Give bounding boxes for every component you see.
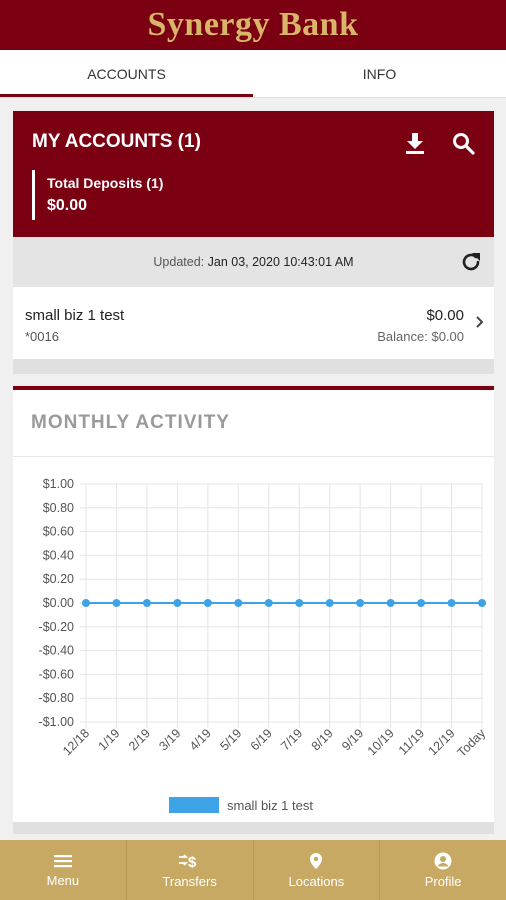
updated-timestamp: Jan 03, 2020 10:43:01 AM <box>207 255 354 269</box>
y-tick-label: $0.60 <box>43 525 74 539</box>
x-tick-label: 9/19 <box>339 726 366 753</box>
data-point <box>447 599 456 607</box>
legend-label: small biz 1 test <box>227 798 313 813</box>
y-tick-label: $0.00 <box>43 596 74 610</box>
profile-icon <box>434 852 452 869</box>
data-point <box>325 599 334 607</box>
account-balance: Balance: $0.00 <box>377 329 464 344</box>
y-tick-label: $0.20 <box>43 572 74 586</box>
my-accounts-card: MY ACCOUNTS (1) Total Deposits (1) $0.00 <box>13 111 494 237</box>
x-tick-label: 8/19 <box>309 726 336 753</box>
x-tick-label: 10/19 <box>365 726 397 758</box>
data-point <box>417 599 426 607</box>
tab-accounts[interactable]: ACCOUNTS <box>0 50 253 97</box>
x-tick-label: 6/19 <box>248 726 275 753</box>
total-deposits[interactable]: Total Deposits (1) $0.00 <box>32 170 163 220</box>
data-point <box>203 599 212 607</box>
nav-transfers-label: Transfers <box>162 873 217 889</box>
x-tick-label: 2/19 <box>126 726 153 753</box>
data-point <box>142 599 151 607</box>
account-name: small biz 1 test <box>25 307 125 324</box>
y-tick-label: $0.80 <box>43 501 74 515</box>
account-amount: $0.00 <box>426 307 464 324</box>
transfers-icon: $ <box>178 854 197 870</box>
download-icon[interactable] <box>401 129 429 157</box>
data-point <box>173 599 182 607</box>
data-point <box>356 599 365 607</box>
y-tick-label: -$0.20 <box>39 620 74 634</box>
data-point <box>82 599 90 607</box>
y-tick-label: -$1.00 <box>39 715 74 729</box>
app-header: Synergy Bank <box>0 0 506 50</box>
nav-locations-label: Locations <box>288 873 345 889</box>
my-accounts-title: MY ACCOUNTS (1) <box>32 131 201 152</box>
data-point <box>386 599 395 607</box>
search-icon[interactable] <box>449 129 477 157</box>
monthly-activity-chart: $1.00 $0.80 $0.60 $0.40 $0.20 $0.00 -$0.20 -$0.… <box>39 477 489 813</box>
nav-transfers[interactable]: $ Transfers <box>127 840 254 900</box>
account-row[interactable]: small biz 1 test *0016 $0.00 Balance: $0… <box>13 287 494 359</box>
monthly-activity-card: MONTHLY ACTIVITY $1.00 $0.80 $0.60 $0.40 $0.… <box>13 386 494 822</box>
y-tick-label: -$0.60 <box>39 667 74 681</box>
nav-locations[interactable]: Locations <box>254 840 381 900</box>
x-tick-label: 12/19 <box>426 726 458 758</box>
x-tick-label: 12/18 <box>60 726 92 758</box>
total-deposits-label: Total Deposits (1) <box>47 175 164 191</box>
location-icon <box>310 852 323 869</box>
x-tick-label: 7/19 <box>278 726 305 753</box>
x-tick-label: 1/19 <box>95 726 122 753</box>
bottom-nav: Menu $ Transfers Locations Profile <box>0 840 506 900</box>
updated-bar: Updated: Jan 03, 2020 10:43:01 AM <box>13 237 494 287</box>
nav-menu-label: Menu <box>46 872 80 888</box>
y-tick-label: $0.40 <box>43 548 74 562</box>
y-tick-label: $1.00 <box>43 477 74 491</box>
svg-text:$: $ <box>188 854 197 870</box>
tab-info[interactable]: INFO <box>253 50 506 97</box>
tab-bar: ACCOUNTS INFO <box>0 50 506 98</box>
y-tick-label: -$0.40 <box>39 644 74 658</box>
nav-menu[interactable]: Menu <box>0 840 127 900</box>
x-tick-label: 5/19 <box>217 726 244 753</box>
x-tick-label: Today <box>455 726 489 760</box>
activity-card-footer <box>13 822 494 834</box>
data-point <box>112 599 121 607</box>
account-number: *0016 <box>25 329 59 344</box>
nav-profile-label: Profile <box>424 873 462 889</box>
updated-label: Updated: <box>153 255 205 269</box>
data-point <box>295 599 304 607</box>
legend-swatch <box>169 797 219 813</box>
x-tick-label: 4/19 <box>187 726 214 753</box>
nav-profile[interactable]: Profile <box>380 840 506 900</box>
data-point <box>234 599 243 607</box>
y-tick-label: -$0.80 <box>39 691 74 705</box>
chevron-right-icon <box>475 315 485 334</box>
total-deposits-amount: $0.00 <box>47 197 88 214</box>
menu-icon <box>53 854 72 867</box>
data-point <box>264 599 273 607</box>
data-point <box>478 599 486 607</box>
refresh-icon[interactable] <box>457 248 485 276</box>
bank-logo: Synergy Bank <box>147 6 359 43</box>
x-tick-label: 3/19 <box>156 726 183 753</box>
updated-text: Updated: Jan 03, 2020 10:43:01 AM <box>13 255 494 269</box>
x-tick-label: 11/19 <box>396 726 427 757</box>
account-row-footer <box>13 359 494 374</box>
